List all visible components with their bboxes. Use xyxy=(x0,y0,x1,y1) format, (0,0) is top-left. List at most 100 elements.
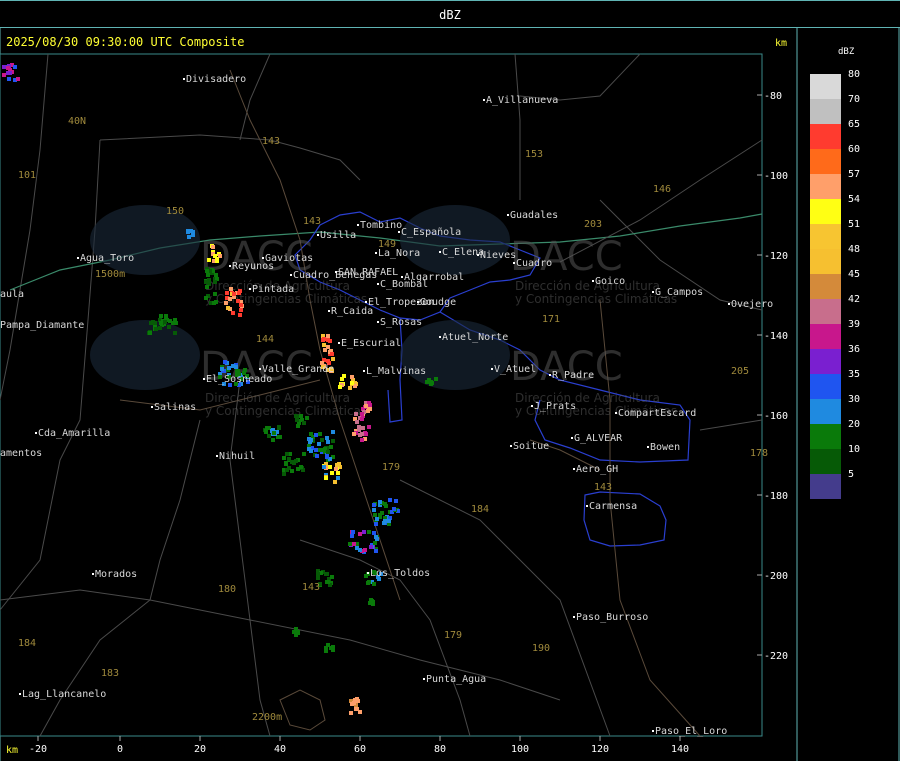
place-label: Aero_GH xyxy=(576,464,618,475)
place-label: amentos xyxy=(0,448,42,459)
svg-text:y Contingencias Climáticas: y Contingencias Climáticas xyxy=(205,404,367,418)
road-number: 153 xyxy=(525,149,543,160)
legend-value: 70 xyxy=(848,94,860,105)
place-label: Usilla xyxy=(320,230,356,241)
legend-value: 54 xyxy=(848,194,860,205)
place-label: Nihuil xyxy=(219,451,255,462)
place-label: aula xyxy=(0,289,24,300)
y-tick-label: -120 xyxy=(764,251,788,262)
map-header: 2025/08/30 09:30:00 UTC Composite xyxy=(6,35,244,49)
place-label: Bowen xyxy=(650,442,680,453)
legend-value: 30 xyxy=(848,394,860,405)
place-label: R_Caida xyxy=(331,306,373,317)
legend-value: 35 xyxy=(848,369,860,380)
place-label: Punta_Agua xyxy=(426,674,486,685)
place-label: Tombino xyxy=(360,220,402,231)
legend-value: 20 xyxy=(848,419,860,430)
road-number: 179 xyxy=(444,630,462,641)
place-label: G_Campos xyxy=(655,287,703,298)
x-tick-label: 40 xyxy=(274,744,286,755)
legend-swatch xyxy=(810,324,841,349)
legend-swatch xyxy=(810,99,841,124)
place-label: Paso_El_Loro xyxy=(655,726,727,737)
road-number: 183 xyxy=(101,668,119,679)
place-label: Paso_Burroso xyxy=(576,612,648,623)
legend-value: 51 xyxy=(848,219,860,230)
road-number: 40N xyxy=(68,116,86,127)
legend-value: 65 xyxy=(848,119,860,130)
legend-swatch xyxy=(810,349,841,374)
legend-swatch xyxy=(810,399,841,424)
legend-swatch xyxy=(810,474,841,499)
place-label: A_Villanueva xyxy=(486,95,558,106)
road-number: 171 xyxy=(542,314,560,325)
place-label: El_Sosneado xyxy=(206,374,272,385)
road-number: 178 xyxy=(750,448,768,459)
place-label: CompartEscard xyxy=(618,408,696,419)
x-tick-label: 20 xyxy=(194,744,206,755)
place-label: Valle_Grande xyxy=(262,364,334,375)
road-number: 179 xyxy=(382,462,400,473)
x-tick-label: 80 xyxy=(434,744,446,755)
legend-value: 42 xyxy=(848,294,860,305)
legend-value: 80 xyxy=(848,69,860,80)
unit-label-top: km xyxy=(775,38,787,49)
svg-text:Dirección de Agricultura: Dirección de Agricultura xyxy=(515,279,660,293)
legend-value: 36 xyxy=(848,344,860,355)
legend: dBZ 80 70 65 60 57 54 51 48 45 42 39 36 35 30 20 10 5 xyxy=(810,47,860,499)
legend-value: 57 xyxy=(848,169,860,180)
y-tick-label: -100 xyxy=(764,171,788,182)
x-tick-label: 0 xyxy=(117,744,123,755)
y-tick-label: -140 xyxy=(764,331,788,342)
svg-text:y Contingencias Climáticas: y Contingencias Climáticas xyxy=(515,292,677,306)
place-label: Reyunos xyxy=(232,261,274,272)
place-label: Atuel_Norte xyxy=(442,332,508,343)
y-tick-label: -80 xyxy=(764,91,782,102)
svg-text:DACC: DACC xyxy=(510,234,623,280)
road-number: 203 xyxy=(584,219,602,230)
legend-value: 60 xyxy=(848,144,860,155)
y-tick-label: -200 xyxy=(764,571,788,582)
road-number: 150 xyxy=(166,206,184,217)
x-tick-label: 120 xyxy=(591,744,609,755)
y-tick-label: -220 xyxy=(764,651,788,662)
road-number: 143 xyxy=(594,482,612,493)
x-tick-label: -20 xyxy=(29,744,47,755)
legend-value: 5 xyxy=(848,469,854,480)
place-label: Cuadro xyxy=(516,258,552,269)
legend-swatch xyxy=(810,424,841,449)
place-label: Agua_Toro xyxy=(80,253,134,264)
place-label: Carmensa xyxy=(589,501,637,512)
road-number: 144 xyxy=(256,334,274,345)
place-label: Soitue xyxy=(513,441,549,452)
unit-label-bottom: km xyxy=(6,745,18,756)
place-label: Pintada xyxy=(252,284,294,295)
place-label: Divisadero xyxy=(186,74,246,85)
place-label: Salinas xyxy=(154,402,196,413)
place-label: SAN_RAFAEL xyxy=(338,267,398,278)
place-label: C_Elena xyxy=(442,247,484,258)
elevation-label: 2200m xyxy=(252,712,282,723)
legend-swatch xyxy=(810,174,841,199)
legend-swatch xyxy=(810,199,841,224)
road-number: 184 xyxy=(18,638,36,649)
place-label: R_Padre xyxy=(552,370,594,381)
place-label: Morados xyxy=(95,569,137,580)
elevation-label: 1500m xyxy=(95,269,125,280)
x-tick-label: 100 xyxy=(511,744,529,755)
place-label: Guadales xyxy=(510,210,558,221)
road-number: 101 xyxy=(18,170,36,181)
legend-swatch xyxy=(810,374,841,399)
road-number: 149 xyxy=(378,239,396,250)
legend-value: 39 xyxy=(848,319,860,330)
legend-swatch xyxy=(810,124,841,149)
road-number: 184 xyxy=(471,504,489,515)
legend-swatch xyxy=(810,224,841,249)
place-label: V_Atuel xyxy=(494,364,536,375)
x-axis: -20 0 20 40 60 80 100 120 140 xyxy=(29,736,689,755)
place-label: C_Bombal xyxy=(380,279,428,290)
place-label: G_ALVEAR xyxy=(574,433,623,444)
x-tick-label: 60 xyxy=(354,744,366,755)
place-label: Los_Toldos xyxy=(370,568,430,579)
road-number: 143 xyxy=(262,136,280,147)
